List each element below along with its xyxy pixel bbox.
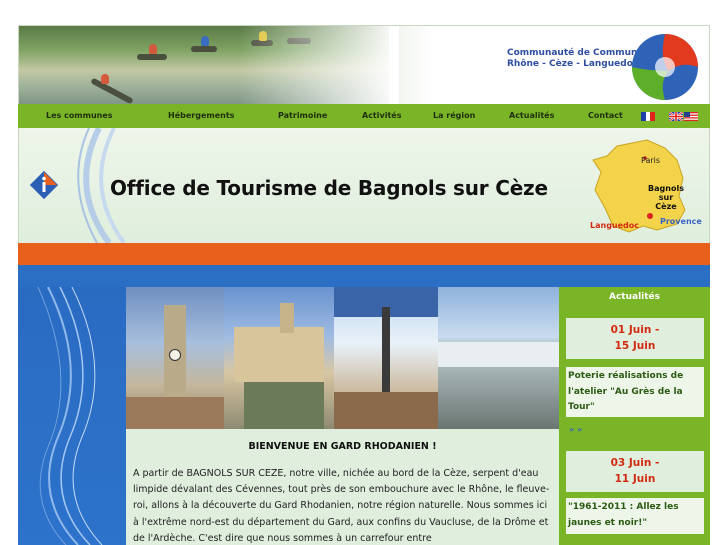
map-label-bagnols: Bagnols sur Cèze [648, 184, 684, 211]
news-read-more-link[interactable]: » » [569, 425, 582, 434]
community-name: Communauté de Communes Rhône - Cèze - La… [507, 48, 649, 70]
photo-river-weir [438, 287, 559, 429]
nav-activites[interactable]: Activités [362, 104, 401, 128]
wave-lines-icon [37, 287, 103, 545]
left-decorative-panel [18, 287, 126, 545]
map-label-paris: Paris [641, 156, 661, 165]
news-date: 01 Juin - 15 Juin [566, 318, 704, 359]
main-content: BIENVENUE EN GARD RHODANIEN ! A partir d… [126, 429, 559, 545]
news-item-text[interactable]: "1961-2011 : Allez les jaunes et noir!" [566, 498, 704, 534]
nav-contact[interactable]: Contact [588, 104, 623, 128]
nav-les-communes[interactable]: Les communes [46, 104, 113, 128]
welcome-heading: BIENVENUE EN GARD RHODANIEN ! [248, 441, 437, 452]
photo-clock-tower [126, 287, 224, 429]
blue-band [18, 265, 710, 287]
community-logo-icon[interactable] [629, 31, 701, 103]
orange-band [18, 243, 710, 265]
intro-paragraph: A partir de BAGNOLS SUR CEZE, notre vill… [133, 468, 550, 544]
nav-patrimoine[interactable]: Patrimoine [278, 104, 327, 128]
header-area: Office de Tourisme de Bagnols sur Cèze P… [18, 128, 710, 243]
french-flag-icon[interactable] [641, 112, 655, 121]
community-line-1: Communauté de Communes [507, 48, 649, 58]
photo-market-stalls [334, 287, 438, 429]
office-title: Office de Tourisme de Bagnols sur Cèze [110, 176, 548, 200]
photo-strip [126, 287, 559, 429]
page: Communauté de Communes Rhône - Cèze - La… [0, 0, 727, 545]
france-map[interactable]: Paris Bagnols sur Cèze Languedoc Provenc… [587, 138, 707, 238]
nav-actualites[interactable]: Actualités [509, 104, 554, 128]
map-label-languedoc: Languedoc [590, 221, 640, 230]
news-item-text[interactable]: Poterie réalisations de l'atelier "Au Gr… [566, 367, 704, 417]
us-flag-icon[interactable] [684, 112, 698, 121]
news-sidebar: Actualités 01 Juin - 15 Juin Poterie réa… [559, 287, 710, 545]
uk-flag-icon[interactable] [669, 112, 683, 121]
map-label-provence: Provence [660, 217, 702, 226]
news-date: 03 Juin - 11 Juin [566, 451, 704, 492]
top-banner: Communauté de Communes Rhône - Cèze - La… [18, 25, 710, 105]
main-navigation: Les communes Hébergements Patrimoine Act… [18, 104, 710, 128]
nav-hebergements[interactable]: Hébergements [168, 104, 234, 128]
community-line-2: Rhône - Cèze - Languedoc [507, 59, 639, 69]
nav-la-region[interactable]: La région [433, 104, 475, 128]
photo-village-square [224, 287, 334, 429]
tourist-info-logo-icon[interactable] [29, 170, 59, 200]
news-title: Actualités [608, 292, 661, 302]
